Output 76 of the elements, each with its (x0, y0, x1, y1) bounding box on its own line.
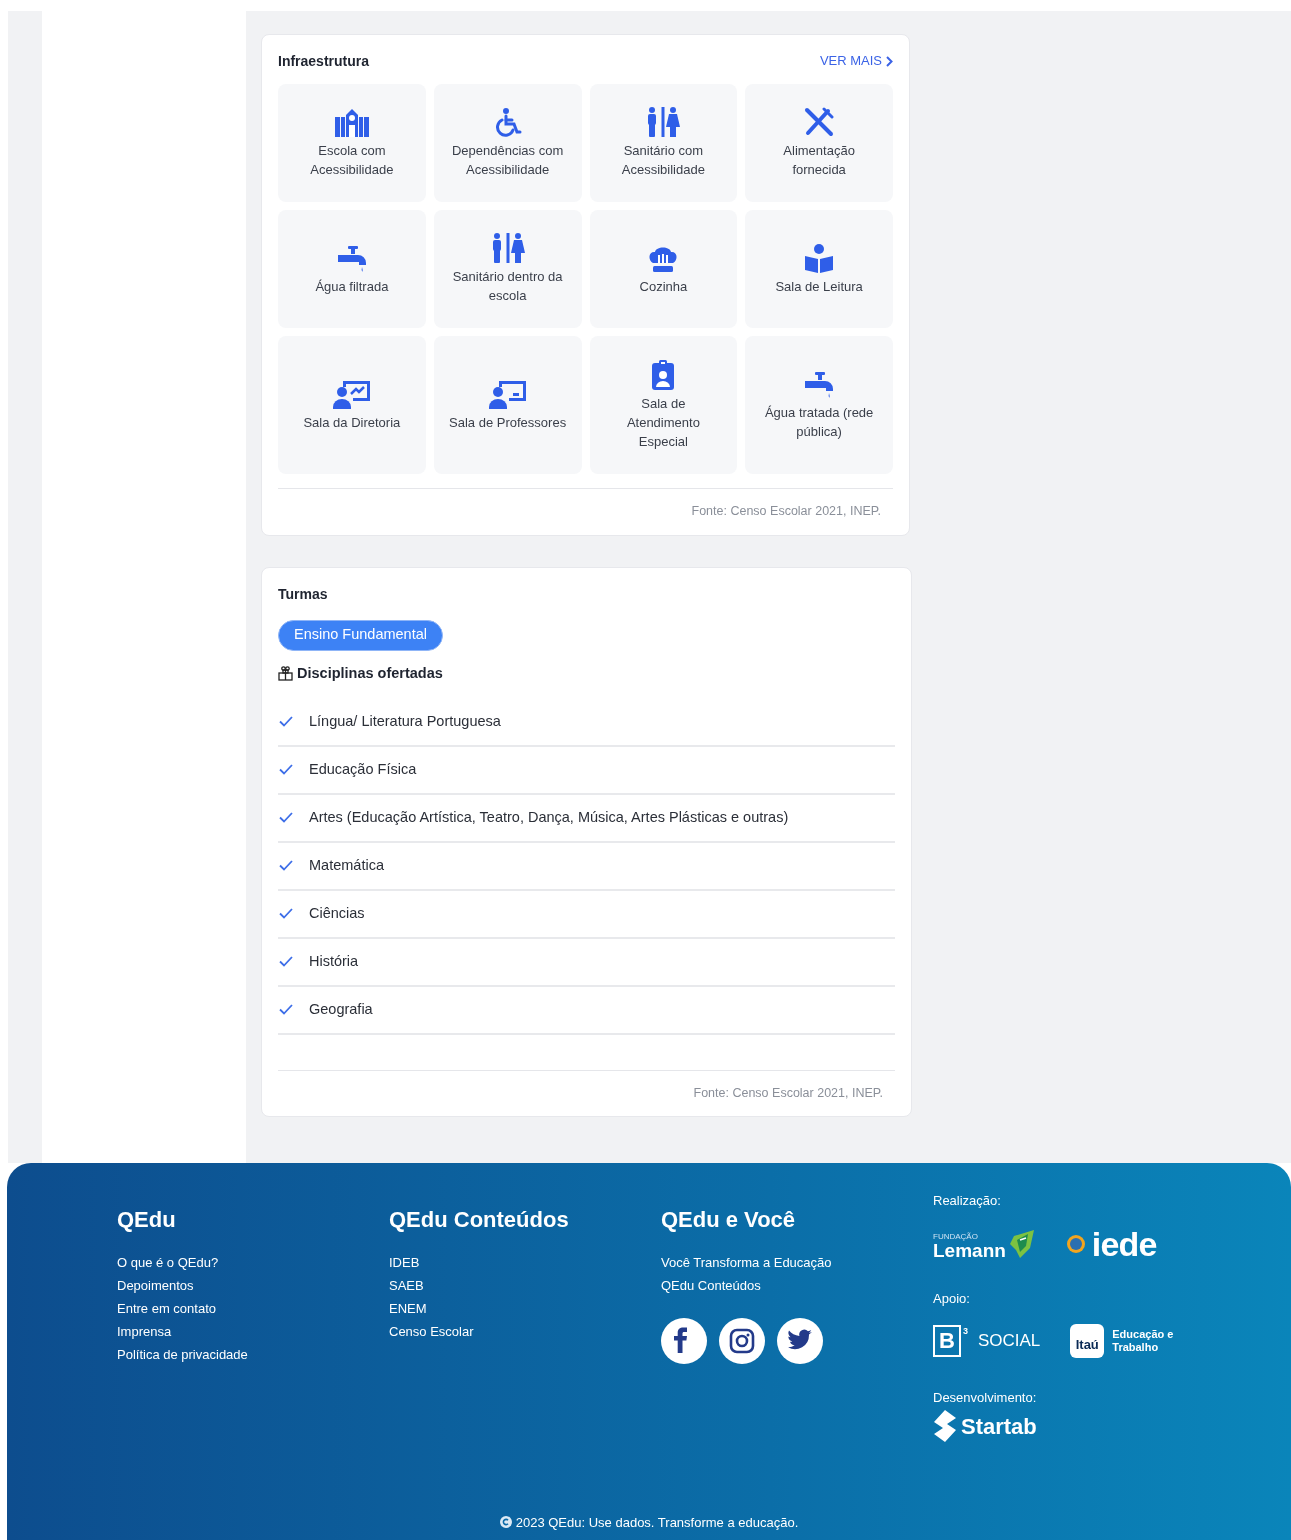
logo-text: Educação e Trabalho (1112, 1328, 1175, 1354)
gift-icon (278, 666, 293, 682)
subject-label: Matemática (309, 855, 384, 875)
presentation-chart-icon (332, 378, 371, 409)
logo-mark-icon (1065, 1233, 1086, 1254)
b3-social-logo[interactable]: B 3 SOCIAL (933, 1325, 1041, 1357)
logo-text: 3 (962, 1325, 968, 1338)
school-icon (332, 107, 371, 137)
leaf-map-icon (1007, 1227, 1036, 1260)
startab-logo[interactable]: Startab (933, 1409, 1175, 1443)
subject-label: História (309, 951, 359, 971)
id-badge-icon (651, 359, 676, 390)
tile-label: Escola com Acessibilidade (309, 142, 395, 179)
tile-label: Sala de Atendimento Especial (625, 394, 701, 451)
tile-label: Água filtrada (315, 277, 389, 296)
lemann-logo[interactable]: FUNDAÇÃO Lemann (933, 1227, 1036, 1260)
footer-link[interactable]: Política de privacidade (117, 1345, 248, 1364)
footer-link[interactable]: QEdu Conteúdos (661, 1276, 761, 1295)
partner-heading: Realização: (933, 1192, 1002, 1210)
logo-text: Startab (961, 1412, 1037, 1441)
utensils-icon (803, 107, 836, 137)
tile-label: Sala de Leitura (775, 277, 863, 296)
partner-heading: Apoio: (933, 1289, 971, 1308)
tile-label: Água tratada (rede pública) (763, 404, 875, 441)
tile-label: Alimentação fornecida (782, 142, 856, 179)
logo-text: iede (1091, 1226, 1157, 1261)
tile-label: Sanitário com Acessibilidade (620, 142, 706, 179)
subject-label: Educação Física (309, 759, 417, 779)
logo-text: B (933, 1325, 961, 1357)
card-title: Infraestrutura (278, 51, 370, 71)
instagram-icon[interactable] (719, 1318, 765, 1364)
itau-logo[interactable]: Itaú Educação e Trabalho (1070, 1324, 1175, 1358)
footer-link[interactable]: Depoimentos (117, 1276, 194, 1295)
footer-link[interactable]: Imprensa (117, 1322, 172, 1341)
restroom-icon (490, 233, 525, 263)
reader-icon (804, 242, 835, 273)
tile-label: Sala da Diretoria (303, 413, 401, 432)
source-note: Fonte: Censo Escolar 2021, INEP. (690, 503, 882, 520)
footer-heading: QEdu e Você (661, 1206, 796, 1233)
source-note: Fonte: Censo Escolar 2021, INEP. (692, 1084, 884, 1102)
tile-label: Cozinha (639, 277, 688, 296)
footer-heading: QEdu (117, 1206, 176, 1233)
footer-link[interactable]: O que é o QEdu? (117, 1253, 219, 1272)
iede-logo[interactable]: iede (1065, 1226, 1157, 1261)
footer-link[interactable]: Entre em contato (117, 1299, 216, 1318)
footer-link[interactable]: ENEM (389, 1299, 427, 1318)
tile-label: Sala de Professores (449, 413, 567, 432)
faucet-icon (803, 369, 836, 399)
twitter-icon[interactable] (777, 1318, 823, 1364)
see-more-link[interactable]: VER MAIS (819, 51, 893, 71)
footer-link[interactable]: Você Transforma a Educação (661, 1253, 832, 1272)
logo-text: Itaú (1070, 1324, 1105, 1358)
level-tab[interactable]: Ensino Fundamental (278, 619, 443, 651)
tile-label: Sanitário dentro da escola (451, 268, 564, 305)
footer-link[interactable]: Censo Escolar (389, 1322, 474, 1341)
logo-text: Lemann (933, 1240, 1006, 1260)
subject-label: Ciências (309, 903, 365, 923)
section-heading: Disciplinas ofertadas (297, 663, 443, 683)
subject-label: Artes (Educação Artística, Teatro, Dança, Música, Artes Plásticas e outras) (309, 807, 789, 827)
footer-link[interactable]: SAEB (389, 1276, 424, 1295)
logo-text: FUNDAÇÃO (933, 1232, 979, 1241)
subject-label: Língua/ Literatura Portuguesa (309, 711, 501, 731)
presentation-icon (488, 378, 527, 409)
logo-mark-icon (933, 1410, 957, 1442)
subject-label: Geografia (309, 999, 373, 1019)
logo-text: SOCIAL (977, 1330, 1041, 1353)
copyright-text: 2023 QEdu: Use dados. Transforme a educação. (515, 1513, 799, 1532)
card-title: Turmas (278, 584, 329, 604)
partner-heading: Desenvolvimento: (933, 1389, 1038, 1407)
chevron-right-icon (886, 55, 893, 67)
tile-label: Dependências com Acessibilidade (450, 142, 565, 179)
copyright-icon (499, 1516, 512, 1529)
footer-link[interactable]: IDEB (389, 1253, 420, 1272)
facebook-icon[interactable] (661, 1318, 707, 1364)
restroom-icon (646, 107, 681, 137)
footer-heading: QEdu Conteúdos (389, 1206, 569, 1233)
